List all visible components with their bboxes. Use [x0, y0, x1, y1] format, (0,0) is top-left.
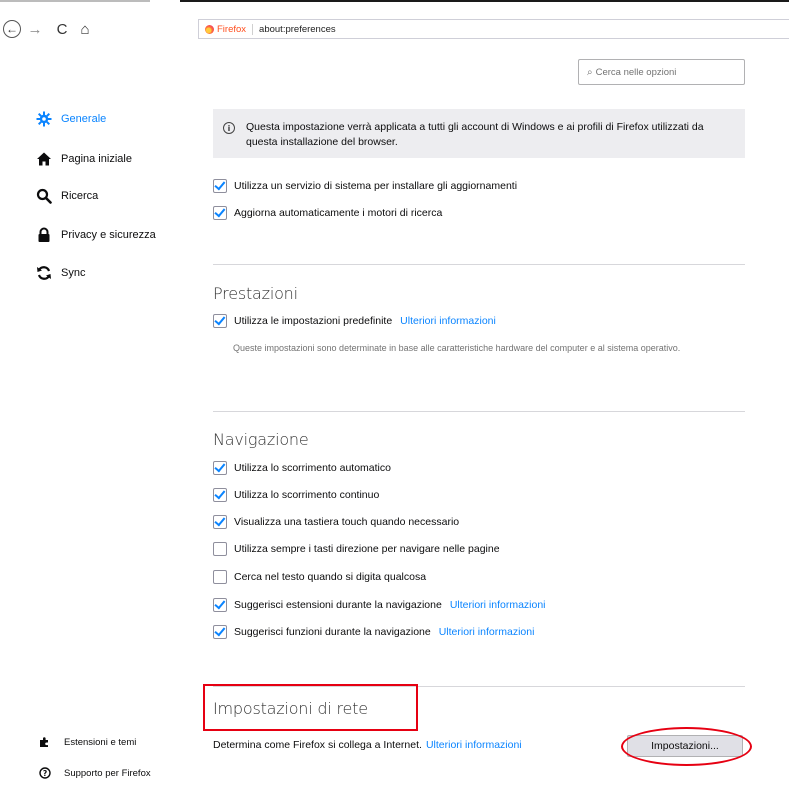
section-divider: [213, 411, 745, 412]
url-text[interactable]: about:preferences: [259, 24, 336, 35]
learn-more-link[interactable]: Ulteriori informazioni: [439, 626, 535, 638]
reload-icon: C: [56, 20, 68, 38]
back-arrow-icon: ←: [6, 22, 18, 36]
sidebar-item-label: Sync: [61, 267, 86, 279]
checkbox[interactable]: [213, 515, 227, 529]
home-button[interactable]: ⌂: [76, 18, 94, 40]
checkbox[interactable]: [213, 179, 227, 193]
info-notice: i Questa impostazione verrà applicata a …: [213, 109, 745, 158]
sidebar-item-label: Ricerca: [61, 190, 99, 202]
checkbox[interactable]: [213, 314, 227, 328]
checkbox-row-system-service[interactable]: Utilizza un servizio di sistema per inst…: [213, 178, 517, 194]
highlight-ellipse: [621, 727, 752, 766]
checkbox[interactable]: [213, 461, 227, 475]
sidebar-item-ricerca[interactable]: Ricerca: [35, 186, 98, 206]
tab-strip-line: [180, 0, 789, 2]
sidebar-item-generale[interactable]: Generale: [35, 109, 106, 129]
learn-more-link[interactable]: Ulteriori informazioni: [426, 739, 522, 751]
url-bar[interactable]: Firefox about:preferences: [198, 19, 789, 39]
checkbox-row-suggest-features[interactable]: Suggerisci funzioni durante la navigazio…: [213, 624, 534, 640]
reload-button[interactable]: C: [54, 18, 70, 40]
search-input[interactable]: ⌕ Cerca nelle opzioni: [578, 59, 745, 85]
checkbox-label: Utilizza le impostazioni predefinite: [234, 315, 393, 327]
checkbox-label: Suggerisci funzioni durante la navigazio…: [234, 626, 431, 638]
highlight-box: [203, 684, 418, 731]
checkbox-label: Utilizza lo scorrimento automatico: [234, 462, 391, 474]
checkbox-label: Visualizza una tastiera touch quando nec…: [234, 516, 460, 528]
checkbox-row-smooth-scroll[interactable]: Utilizza lo scorrimento continuo: [213, 487, 379, 503]
checkbox[interactable]: [213, 598, 227, 612]
checkbox[interactable]: [213, 625, 227, 639]
sidebar-item-sync[interactable]: Sync: [35, 263, 85, 283]
checkbox-row-find-as-type[interactable]: Cerca nel testo quando si digita qualcos…: [213, 569, 426, 585]
sidebar-item-pagina-iniziale[interactable]: Pagina iniziale: [35, 149, 132, 169]
section-title-prestazioni: Prestazioni: [213, 284, 298, 303]
sidebar-link-support[interactable]: ? Supporto per Firefox: [38, 765, 151, 781]
sidebar-footer-label: Supporto per Firefox: [64, 767, 151, 779]
info-text: Questa impostazione verrà applicata a tu…: [246, 121, 704, 148]
checkbox-row-autoscroll[interactable]: Utilizza lo scorrimento automatico: [213, 460, 391, 476]
network-description: Determina come Firefox si collega a Inte…: [213, 738, 522, 752]
search-icon: ⌕: [587, 66, 593, 78]
learn-more-link[interactable]: Ulteriori informazioni: [400, 315, 496, 327]
identity-label: Firefox: [217, 23, 254, 35]
sidebar-footer-label: Estensioni e temi: [64, 736, 137, 748]
forward-button[interactable]: →: [27, 18, 43, 40]
checkbox-label: Suggerisci estensioni durante la navigaz…: [234, 599, 442, 611]
checkbox-label: Cerca nel testo quando si digita qualcos…: [234, 571, 427, 583]
checkbox-row-caret-browsing[interactable]: Utilizza sempre i tasti direzione per na…: [213, 541, 500, 557]
puzzle-icon: [38, 736, 52, 748]
sidebar-item-label: Pagina iniziale: [61, 153, 132, 165]
home-icon: ⌂: [80, 20, 90, 38]
checkbox[interactable]: [213, 542, 227, 556]
checkbox[interactable]: [213, 570, 227, 584]
svg-text:?: ?: [43, 769, 47, 778]
sidebar-link-extensions[interactable]: Estensioni e temi: [38, 734, 136, 750]
search-icon: [35, 187, 53, 205]
section-divider: [213, 264, 745, 265]
sync-icon: [35, 264, 53, 282]
forward-arrow-icon: →: [27, 20, 43, 38]
sidebar-item-privacy[interactable]: Privacy e sicurezza: [35, 225, 156, 245]
sidebar-item-label: Privacy e sicurezza: [61, 229, 156, 241]
back-button[interactable]: ←: [3, 20, 21, 38]
network-description-text: Determina come Firefox si collega a Inte…: [213, 739, 422, 751]
checkbox-row-touch-keyboard[interactable]: Visualizza una tastiera touch quando nec…: [213, 514, 459, 530]
checkbox-label: Utilizza sempre i tasti direzione per na…: [234, 543, 500, 555]
firefox-logo-icon: [205, 24, 214, 34]
checkbox[interactable]: [213, 206, 227, 220]
checkbox[interactable]: [213, 488, 227, 502]
checkbox-label: Aggiorna automaticamente i motori di ric…: [234, 207, 443, 219]
checkbox-row-search-engines[interactable]: Aggiorna automaticamente i motori di ric…: [213, 205, 442, 221]
browser-toolbar: ← → C ⌂ Firefox about:preferences: [0, 0, 789, 50]
search-placeholder: Cerca nelle opzioni: [595, 66, 677, 78]
help-icon: ?: [38, 767, 52, 779]
checkbox-row-suggest-extensions[interactable]: Suggerisci estensioni durante la navigaz…: [213, 597, 546, 613]
learn-more-link[interactable]: Ulteriori informazioni: [450, 599, 546, 611]
checkbox-label: Utilizza un servizio di sistema per inst…: [234, 180, 518, 192]
home-icon: [35, 150, 53, 168]
checkbox-label: Utilizza lo scorrimento continuo: [234, 489, 380, 501]
lock-icon: [35, 226, 53, 244]
info-icon: i: [223, 122, 235, 134]
sidebar-item-label: Generale: [61, 113, 107, 125]
tab-strip-line: [0, 0, 150, 2]
section-title-navigazione: Navigazione: [213, 430, 309, 449]
performance-note: Queste impostazioni sono determinate in …: [233, 343, 681, 353]
checkbox-row-default-settings[interactable]: Utilizza le impostazioni predefinite Ult…: [213, 313, 496, 329]
gear-icon: [35, 110, 53, 128]
